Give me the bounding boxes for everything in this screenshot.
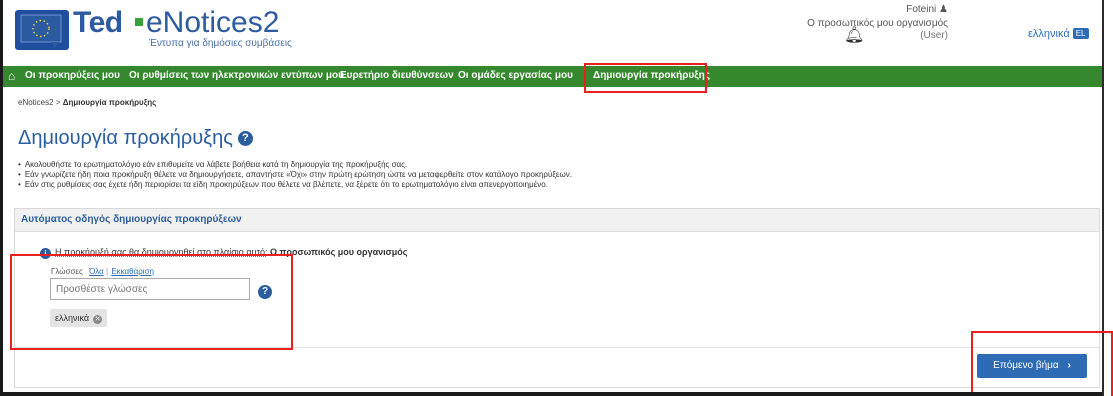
breadcrumb-separator: >: [55, 98, 61, 107]
instruction-item: Εάν στις ρυθμίσεις σας έχετε ήδη περιορί…: [18, 180, 572, 190]
language-code-badge: EL: [1072, 28, 1089, 39]
user-name: Foteini: [906, 4, 937, 15]
wizard-panel-header: Αυτόματος οδηγός δημιουργίας προκηρύξεων: [15, 209, 1099, 232]
language-label: ελληνικά: [1028, 28, 1070, 40]
logo-ted-text: Ted: [73, 6, 123, 39]
logo-dot: [135, 18, 143, 26]
instruction-item: Ακολουθήστε το ερωτηματολόγιο εάν επιθυμ…: [18, 160, 572, 170]
eu-flag-icon: [20, 14, 62, 48]
nav-eforms-settings[interactable]: Οι ρυθμίσεις των ηλεκτρονικών εντύπων μο…: [129, 70, 344, 81]
user-menu[interactable]: Foteini ♟ Ο προσωπικός μου οργανισμός (U…: [807, 4, 948, 42]
instructions-list: Ακολουθήστε το ερωτηματολόγιο εάν επιθυμ…: [18, 160, 572, 190]
user-icon: ♟: [939, 4, 948, 15]
user-role: (User): [920, 30, 948, 41]
logo-subtitle: Έντυπα για δημόσιες συμβάσεις: [149, 38, 292, 49]
highlight-box-next: [971, 331, 1113, 396]
breadcrumb: eNotices2 > Δημιουργία προκήρυξης: [18, 98, 156, 107]
eu-logo[interactable]: [15, 10, 69, 50]
nav-my-workgroups[interactable]: Οι ομάδες εργασίας μου: [458, 70, 573, 81]
breadcrumb-root[interactable]: eNotices2: [18, 98, 54, 107]
logo-enotices-text: eNotices2: [146, 6, 280, 39]
nav-address-book[interactable]: Ευρετήριο διευθύνσεων: [340, 70, 454, 81]
home-icon[interactable]: ⌂: [8, 69, 15, 83]
user-organization: Ο προσωπικός μου οργανισμός: [807, 18, 948, 29]
page-title: Δημιουργία προκήρυξης?: [18, 127, 253, 150]
page-title-text: Δημιουργία προκήρυξης: [18, 127, 233, 149]
breadcrumb-current: Δημιουργία προκήρυξης: [62, 98, 157, 107]
instruction-item: Εάν γνωρίζετε ήδη ποια προκήρυξη θέλετε …: [18, 170, 572, 180]
main-navigation: ⌂ Οι προκηρύξεις μου Οι ρυθμίσεις των ηλ…: [3, 66, 1102, 87]
help-icon[interactable]: ?: [237, 131, 253, 146]
highlight-box-languages: [10, 254, 293, 350]
window-bottom-edge: [3, 392, 1102, 396]
highlight-box-nav: [584, 63, 707, 93]
user-name-row: Foteini ♟: [807, 4, 948, 16]
language-selector[interactable]: ελληνικά EL: [1028, 28, 1089, 40]
header: Ted eNotices2 Έντυπα για δημόσιες συμβάσ…: [3, 0, 1102, 66]
nav-my-notices[interactable]: Οι προκηρύξεις μου: [25, 70, 120, 81]
